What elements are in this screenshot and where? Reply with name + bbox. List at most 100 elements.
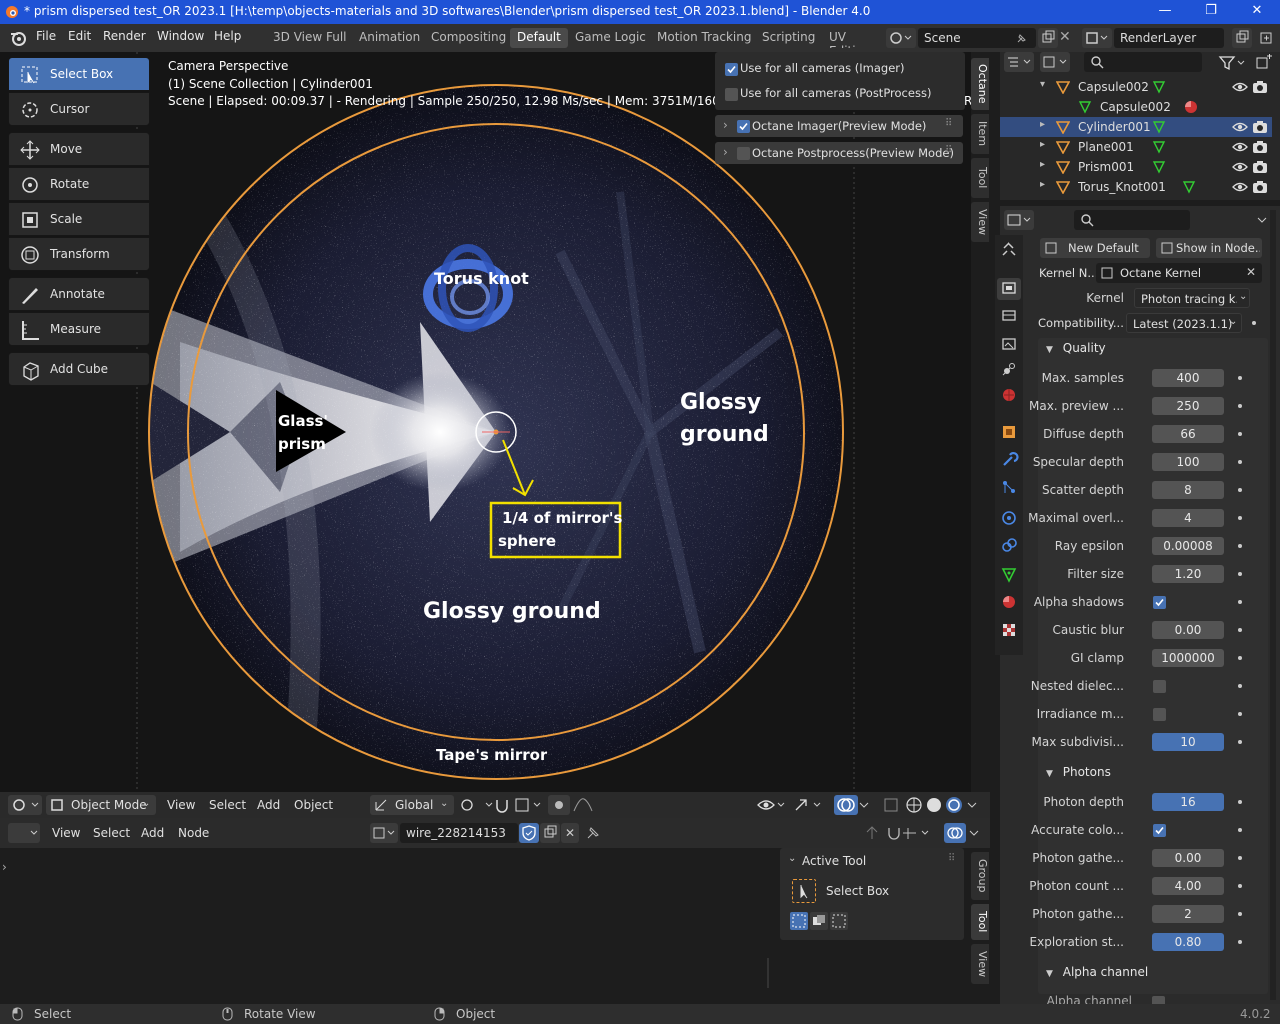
material-name-field[interactable]: wire_228214153: [400, 823, 518, 843]
property-value-field[interactable]: 1000000: [1152, 649, 1224, 667]
animate-property-dot[interactable]: [1252, 321, 1256, 325]
maximize-button[interactable]: ❐: [1188, 0, 1234, 24]
eye-icon[interactable]: [1232, 81, 1248, 93]
property-value-field[interactable]: 250: [1152, 397, 1224, 415]
show-in-node-button[interactable]: Show in Node...: [1156, 238, 1262, 258]
outliner-search-input[interactable]: [1084, 52, 1202, 72]
render-layer-field[interactable]: RenderLayer: [1114, 28, 1224, 48]
proportional-edit-button[interactable]: [548, 795, 570, 815]
animate-property-dot[interactable]: [1238, 940, 1242, 944]
drag-handle-icon[interactable]: ⠿: [945, 145, 952, 156]
eye-icon[interactable]: [1232, 181, 1248, 193]
property-value-field[interactable]: 0.80: [1152, 933, 1224, 951]
node-side-tab-group[interactable]: Group: [971, 852, 989, 900]
new-default-button[interactable]: New Default: [1040, 238, 1150, 258]
property-value-field[interactable]: 1.20: [1152, 565, 1224, 583]
animate-property-dot[interactable]: [1238, 488, 1242, 492]
node-side-tab-tool[interactable]: Tool: [971, 904, 989, 940]
animate-property-dot[interactable]: [1238, 376, 1242, 380]
expand-icon[interactable]: ▸: [1040, 159, 1045, 170]
unlink-material-icon[interactable]: ✕: [561, 823, 579, 843]
property-value-field[interactable]: 8: [1152, 481, 1224, 499]
property-value-field[interactable]: 2: [1152, 905, 1224, 923]
workspace-tab-motion-tracking[interactable]: Motion Tracking: [650, 28, 758, 48]
eye-icon[interactable]: [1232, 161, 1248, 173]
property-value-field[interactable]: 100: [1152, 453, 1224, 471]
duplicate-material-button[interactable]: [540, 823, 560, 843]
vp-menu-add[interactable]: Add: [257, 798, 280, 812]
selection-mode-icons[interactable]: [790, 912, 848, 930]
property-value-field[interactable]: 0.00: [1152, 849, 1224, 867]
visibility-icon[interactable]: [756, 796, 786, 814]
eye-icon[interactable]: [1232, 121, 1248, 133]
property-value-field[interactable]: 0.00008: [1152, 537, 1224, 555]
tool-move[interactable]: Move: [8, 132, 150, 166]
outliner-row[interactable]: ▸ Plane001: [1000, 137, 1272, 157]
property-value-field[interactable]: 16: [1152, 793, 1224, 811]
falloff-icon[interactable]: [572, 797, 594, 813]
alpha-section-header[interactable]: ▼ Alpha channel: [1046, 965, 1148, 979]
camera-icon[interactable]: [1252, 180, 1268, 194]
octane-postprocess-panel[interactable]: › Octane Postprocess(Preview Mode) ⠿: [715, 142, 963, 164]
expand-icon[interactable]: ▾: [1040, 79, 1045, 90]
camera-icon[interactable]: [1252, 80, 1268, 94]
animate-property-dot[interactable]: [1238, 856, 1242, 860]
workspace-tab-3d-view-full[interactable]: 3D View Full: [266, 28, 354, 48]
drag-handle-icon[interactable]: ⠿: [948, 853, 955, 864]
animate-property-dot[interactable]: [1238, 800, 1242, 804]
animate-property-dot[interactable]: [1238, 432, 1242, 436]
remove-layer-icon[interactable]: [1258, 30, 1274, 46]
properties-type-dropdown[interactable]: [1004, 210, 1034, 230]
tool-tab-icon[interactable]: [1002, 242, 1016, 256]
parent-node-icon[interactable]: [862, 825, 882, 841]
node-menu-select[interactable]: Select: [93, 826, 130, 840]
menu-file[interactable]: File: [36, 29, 56, 43]
workspace-tab-uv-editing[interactable]: UV Editin: [822, 28, 878, 48]
workspace-tab-animation[interactable]: Animation: [352, 28, 427, 48]
tool-transform[interactable]: Transform: [8, 237, 150, 271]
tool-add-cube[interactable]: Add Cube: [8, 352, 150, 386]
outliner-row[interactable]: ▸ Prism001: [1000, 157, 1272, 177]
node-overlays-button[interactable]: [944, 823, 966, 843]
eye-icon[interactable]: [1232, 141, 1248, 153]
tool-select-box[interactable]: Select Box: [8, 57, 150, 91]
view-layer-tab-icon[interactable]: [1002, 338, 1016, 350]
photons-section-header[interactable]: ▼ Photons: [1046, 765, 1111, 779]
animate-property-dot[interactable]: [1238, 600, 1242, 604]
animate-property-dot[interactable]: [1238, 572, 1242, 576]
animate-property-dot[interactable]: [1238, 404, 1242, 408]
octane-imager-panel[interactable]: › Octane Imager(Preview Mode) ⠿: [715, 115, 963, 137]
property-value-field[interactable]: 66: [1152, 425, 1224, 443]
camera-icon[interactable]: [1252, 160, 1268, 174]
menu-render[interactable]: Render: [103, 29, 146, 43]
side-tab-item[interactable]: Item: [971, 114, 989, 154]
overlays-button[interactable]: [834, 795, 858, 815]
node-side-tab-view[interactable]: View: [971, 944, 989, 984]
tool-measure[interactable]: Measure: [8, 312, 150, 346]
fake-user-button[interactable]: [519, 823, 539, 843]
new-scene-button[interactable]: [1038, 28, 1058, 48]
menu-edit[interactable]: Edit: [68, 29, 91, 43]
region-divider[interactable]: [767, 958, 769, 988]
workspace-tab-default[interactable]: Default: [510, 28, 568, 48]
blender-menu-icon[interactable]: [10, 30, 26, 46]
editor-type-dropdown[interactable]: [8, 795, 42, 815]
outliner-row[interactable]: Capsule002: [1000, 97, 1272, 117]
pivot-point-icon[interactable]: [458, 797, 498, 813]
material-browse-dropdown[interactable]: [370, 823, 398, 843]
close-scene-icon[interactable]: ✕: [1059, 29, 1071, 45]
compatibility-dropdown[interactable]: Latest (2023.1.1) ⌄: [1126, 313, 1242, 333]
animate-property-dot[interactable]: [1238, 712, 1242, 716]
node-menu-view[interactable]: View: [52, 826, 80, 840]
snap-icon[interactable]: [494, 797, 546, 813]
property-value-field[interactable]: 400: [1152, 369, 1224, 387]
property-value-field[interactable]: 4.00: [1152, 877, 1224, 895]
scene-type-dropdown[interactable]: [886, 28, 916, 48]
chevron-down-icon[interactable]: [968, 826, 980, 840]
chevron-down-icon[interactable]: [966, 798, 978, 812]
property-checkbox[interactable]: [1153, 680, 1166, 693]
node-editor-type-dropdown[interactable]: [8, 823, 40, 843]
properties-search-input[interactable]: [1074, 210, 1190, 230]
pin-icon[interactable]: [585, 825, 601, 841]
vp-menu-object[interactable]: Object: [294, 798, 333, 812]
